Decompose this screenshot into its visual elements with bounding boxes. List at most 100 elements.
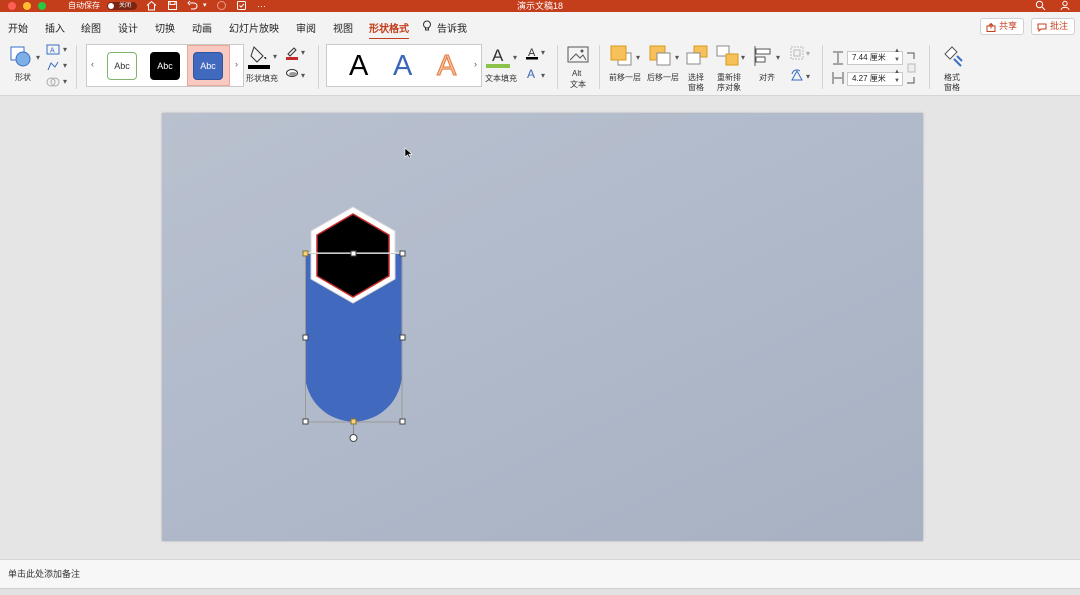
ribbon-divider	[599, 45, 600, 89]
tab-shape-format[interactable]: 形状格式	[369, 20, 409, 40]
tab-draw[interactable]: 绘图	[81, 20, 101, 35]
bring-forward-label: 前移一层	[609, 73, 641, 82]
shape-outline-dropdown-icon[interactable]: ▾	[301, 48, 305, 57]
height-stepper-down[interactable]: ▼	[894, 57, 900, 63]
alt-text-icon[interactable]	[567, 46, 589, 69]
shape-fill-label: 形状填充	[246, 74, 278, 83]
shape-effects-dropdown-icon[interactable]: ▾	[301, 71, 305, 80]
group-dropdown-icon[interactable]: ▾	[806, 49, 810, 58]
lock-aspect-icon[interactable]	[906, 51, 916, 88]
text-outline-icon[interactable]: A	[525, 45, 539, 63]
resize-handle-right[interactable]	[399, 334, 406, 341]
share-label: 共享	[999, 21, 1018, 31]
comments-button[interactable]: 批注	[1031, 18, 1075, 35]
width-stepper-down[interactable]: ▼	[894, 78, 900, 84]
bring-forward-icon[interactable]	[610, 45, 634, 70]
resize-handle-bottom-left[interactable]	[302, 418, 309, 425]
text-effects-dropdown-icon[interactable]: ▾	[541, 71, 545, 80]
shape-fill-dropdown-icon[interactable]: ▾	[273, 52, 277, 61]
tab-insert[interactable]: 插入	[45, 20, 65, 35]
ribbon-divider	[557, 45, 558, 89]
align-icon[interactable]	[753, 45, 775, 70]
mouse-cursor-icon	[404, 147, 413, 162]
text-outline-dropdown-icon[interactable]: ▾	[541, 48, 545, 57]
document-title: 演示文稿18	[516, 1, 563, 11]
alt-text-label-line2: 文本	[570, 80, 586, 89]
comment-icon	[1037, 22, 1047, 33]
tab-view[interactable]: 视图	[333, 20, 353, 35]
wordart-next-icon[interactable]: ›	[474, 59, 477, 69]
resize-handle-top-right[interactable]	[399, 250, 406, 257]
title-bar: 自动保存 关闭 ▾ ··· 演示文稿18	[0, 0, 1080, 12]
tab-transitions[interactable]: 切换	[155, 20, 175, 35]
shapes-icon[interactable]	[9, 45, 33, 72]
group-icon[interactable]	[790, 46, 804, 63]
shape-outline-icon[interactable]	[285, 45, 299, 64]
text-fill-label: 文本填充	[485, 74, 517, 83]
text-fill-dropdown-icon[interactable]: ▾	[513, 53, 517, 62]
resize-handle-left[interactable]	[302, 334, 309, 341]
style-option-outline[interactable]: Abc	[107, 52, 137, 80]
share-icon	[986, 22, 996, 32]
tell-me-search[interactable]: 告诉我	[437, 20, 467, 35]
rotate-dropdown-icon[interactable]: ▾	[806, 72, 810, 81]
merge-shapes-icon[interactable]	[46, 76, 60, 91]
shape-fill-icon[interactable]	[248, 44, 272, 73]
tab-animations[interactable]: 动画	[192, 20, 212, 35]
selection-pane-label-line2: 窗格	[688, 83, 704, 92]
text-fill-icon[interactable]: A	[486, 45, 512, 72]
ribbon-tabs: 开始 插入 绘图 设计 切换 动画 幻灯片放映 审阅 视图 形状格式 告诉我 共…	[0, 12, 1080, 40]
notes-placeholder[interactable]: 单击此处添加备注	[8, 567, 80, 580]
text-box-icon[interactable]: A	[46, 44, 60, 58]
svg-text:A: A	[50, 48, 55, 55]
style-option-blue[interactable]: Abc	[193, 52, 223, 80]
wordart-option-blue[interactable]: A	[393, 50, 412, 82]
tab-home[interactable]: 开始	[8, 20, 28, 35]
wordart-option-black[interactable]: A	[349, 50, 368, 82]
bring-forward-dropdown-icon[interactable]: ▾	[636, 53, 640, 62]
rotate-handle-icon[interactable]	[349, 434, 358, 442]
reorder-objects-icon[interactable]	[716, 45, 740, 70]
merge-dropdown-icon[interactable]: ▾	[63, 77, 67, 86]
comments-label: 批注	[1050, 21, 1069, 31]
shapes-label: 形状	[15, 73, 31, 82]
shapes-dropdown-icon[interactable]: ▾	[36, 53, 40, 62]
rotate-icon[interactable]	[790, 68, 804, 85]
shape-effects-icon[interactable]	[285, 67, 299, 82]
wordart-option-orange-outline[interactable]: A	[436, 50, 456, 83]
height-stepper-up[interactable]: ▲	[894, 48, 900, 54]
resize-handle-top[interactable]	[350, 250, 357, 257]
tab-review[interactable]: 审阅	[296, 20, 316, 35]
resize-handle-bottom-right[interactable]	[399, 418, 406, 425]
adjust-handle[interactable]	[302, 250, 309, 257]
format-pane-icon[interactable]	[942, 45, 964, 70]
textbox-dropdown-icon[interactable]: ▾	[63, 45, 67, 54]
align-label: 对齐	[759, 73, 775, 82]
notes-pane[interactable]: 单击此处添加备注	[0, 559, 1080, 588]
align-dropdown-icon[interactable]: ▾	[776, 53, 780, 62]
text-effects-icon[interactable]: A	[525, 66, 539, 84]
send-backward-dropdown-icon[interactable]: ▾	[675, 53, 679, 62]
width-stepper-up[interactable]: ▲	[894, 69, 900, 75]
edit-shape-icon[interactable]	[46, 60, 60, 75]
share-button[interactable]: 共享	[980, 18, 1024, 35]
ribbon-divider	[76, 45, 77, 89]
edit-shape-dropdown-icon[interactable]: ▾	[63, 61, 67, 70]
ribbon-divider	[929, 45, 930, 89]
slide-shapes	[302, 206, 406, 442]
tab-slideshow[interactable]: 幻灯片放映	[229, 20, 279, 35]
send-backward-icon[interactable]	[649, 45, 673, 70]
slide-canvas[interactable]	[162, 113, 923, 541]
gallery-next-icon[interactable]: ›	[235, 59, 238, 69]
style-option-dark[interactable]: Abc	[150, 52, 180, 80]
reorder-dropdown-icon[interactable]: ▾	[741, 53, 745, 62]
gallery-prev-icon[interactable]: ‹	[91, 59, 94, 69]
shape-styles-gallery: ‹ Abc Abc Abc ›	[86, 44, 244, 87]
tab-design[interactable]: 设计	[118, 20, 138, 35]
selection-pane-icon[interactable]	[686, 45, 710, 70]
adjust-handle-bottom[interactable]	[350, 418, 357, 425]
ribbon-shape-format: ▾ 形状 A ▾ ▾ ▾ ‹ Abc Abc Abc › ▾ 形状填充 ▾ ▾ …	[0, 39, 1080, 96]
format-pane-label-line2: 窗格	[944, 83, 960, 92]
wordart-styles-gallery: A A A ›	[326, 44, 482, 87]
ribbon-divider	[822, 45, 823, 89]
